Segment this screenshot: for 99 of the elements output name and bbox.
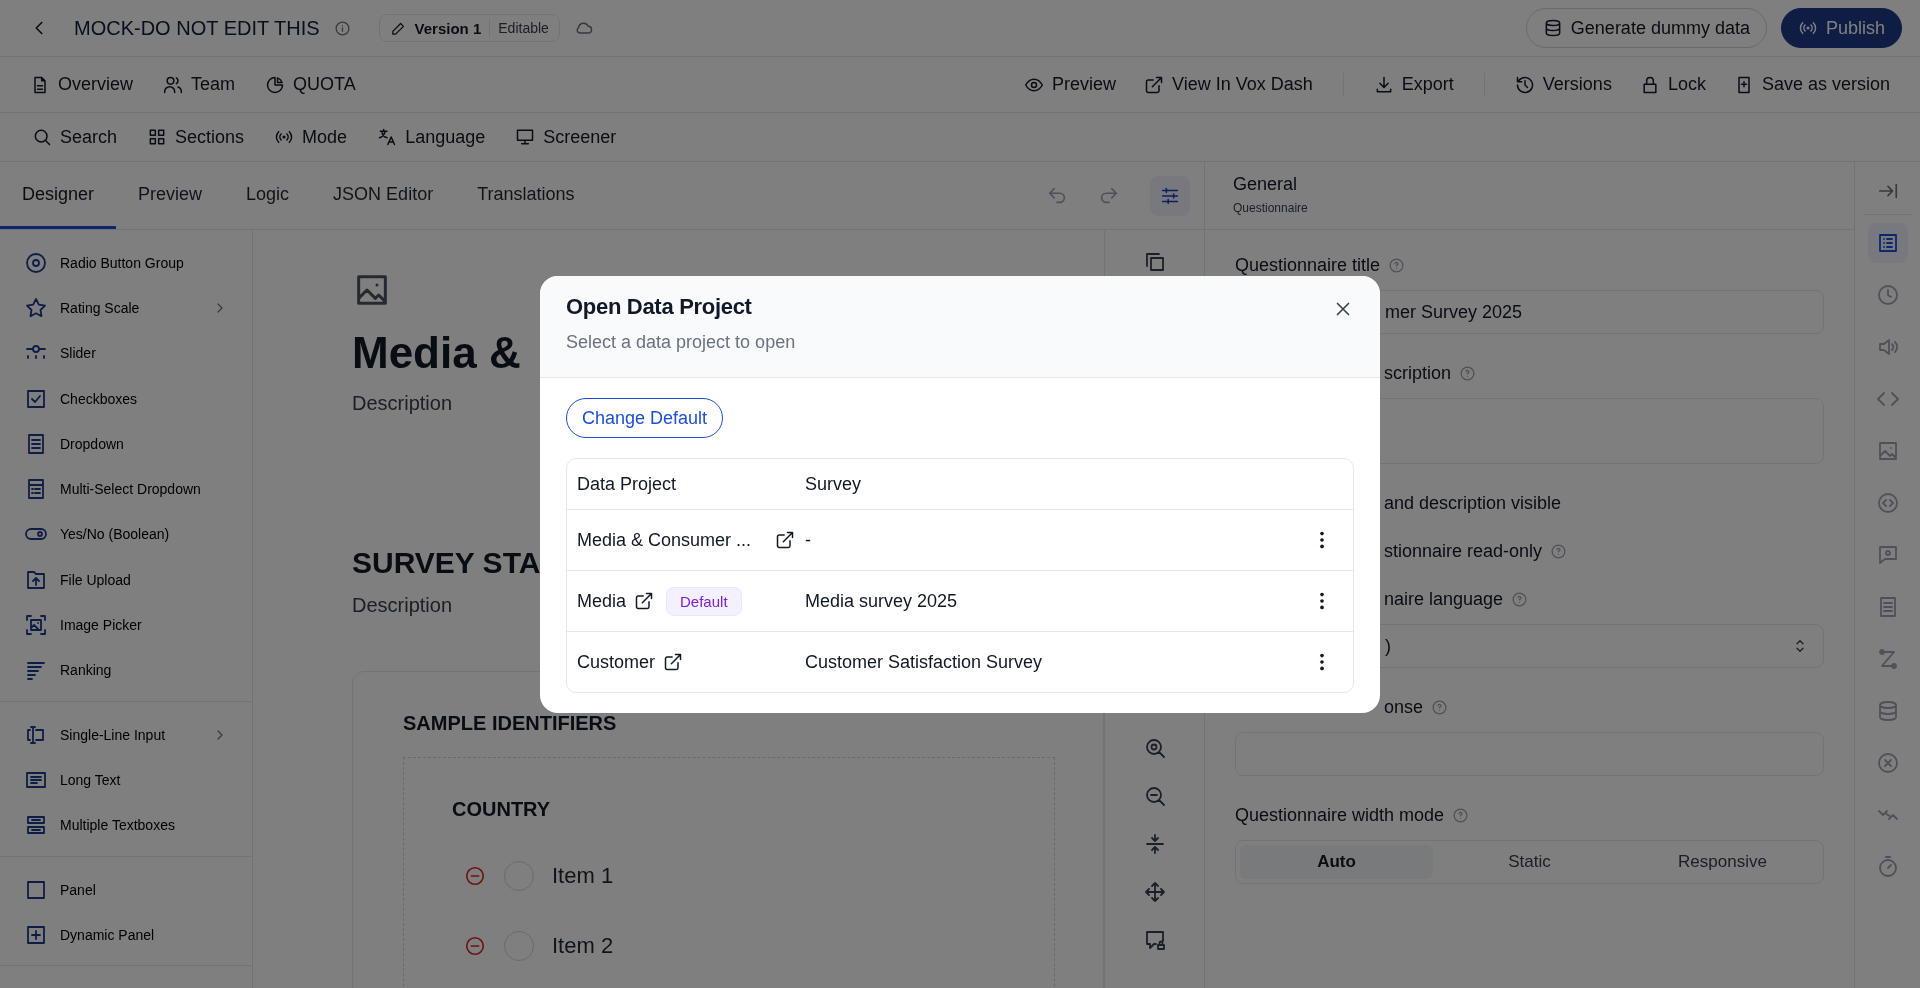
pie-chart-icon [265,74,286,95]
toolbox-item[interactable]: Single-Line Input [0,711,252,758]
toolbox-item[interactable]: File Upload [0,557,252,603]
translate-icon [377,127,398,147]
help-icon[interactable] [1431,698,1449,716]
toolbox-item[interactable]: Image Picker [0,602,252,648]
nav-link[interactable]: Export [1373,74,1454,95]
toolbox-item[interactable]: Long Text [0,757,252,803]
project-name: Media & Consumer ... [577,529,752,551]
nav-link[interactable]: Overview [30,74,133,95]
toolbox-item[interactable]: Rating Scale [0,285,252,331]
help-icon[interactable] [1388,256,1406,274]
toolbox-item[interactable]: Slider [0,330,252,376]
choice-label: Item 2 [552,933,614,959]
survey-name: - [805,529,811,550]
users-icon [163,74,183,95]
nav-link[interactable]: Lock [1639,74,1706,95]
survey-name: Customer Satisfaction Survey [805,651,1043,672]
toolbox-item[interactable]: Dynamic Panel [0,912,252,958]
remove-icon[interactable] [464,865,486,887]
help-icon[interactable] [1550,542,1568,560]
nav-link[interactable]: Versions [1514,74,1612,95]
default-badge: Default [666,586,742,616]
search-icon [32,127,52,147]
generate-data-button[interactable]: Generate dummy data [1525,8,1767,48]
toolbox-item[interactable]: Multi-Select Dropdown [0,466,252,512]
nav-link[interactable]: View In Vox Dash [1144,74,1313,95]
field-label: Questionnaire width mode [1235,804,1445,826]
external-link-icon[interactable] [663,652,684,672]
edit-status: Editable [498,20,549,36]
tab[interactable]: JSON Editor [311,162,456,229]
nav-link[interactable]: Mode [274,126,348,148]
choice-label: Item 1 [552,863,614,889]
clock-icon [1875,283,1900,307]
field-label: naire language [1384,588,1504,610]
move-icon[interactable] [1142,880,1167,904]
change-default-button[interactable]: Change Default [566,398,724,438]
help-icon[interactable] [1459,364,1477,382]
nav-link[interactable]: Search [32,126,118,148]
external-link-icon[interactable] [634,591,655,611]
list-tab[interactable] [1867,223,1908,263]
page-title: SURVEY STA [352,546,541,580]
toolbox-item[interactable]: Dropdown [0,421,252,467]
document-title: MOCK-DO NOT EDIT THIS [74,16,320,40]
version-chip[interactable]: Version 1 Editable [378,14,560,42]
nav-link[interactable]: Sections [147,126,245,148]
image-icon [24,613,48,637]
survey-title: Media & [352,328,521,378]
panel-heading: General [1233,174,1299,195]
checkbox-label: and description visible [1384,492,1562,514]
toolbox-item[interactable]: Panel [0,866,252,913]
help-icon[interactable] [1511,590,1529,608]
segmented-control[interactable]: Auto Static Responsive [1235,840,1824,884]
external-link-icon[interactable] [775,530,795,550]
toolbox-item[interactable]: Checkboxes [0,375,252,422]
field-label: Questionnaire title [1235,254,1381,276]
toolbox-item[interactable]: Multiple Textboxes [0,802,252,848]
field-label: onse [1384,696,1424,718]
question-title: COUNTRY [452,798,552,821]
nav-link[interactable]: Screener [515,126,617,148]
nav-link[interactable]: Team [163,74,236,95]
field-label: scription [1384,362,1452,384]
tab[interactable]: Designer [0,162,117,229]
help-icon[interactable] [1452,806,1470,824]
radio-icon [24,250,48,275]
toolbox-item[interactable]: Yes/No (Boolean) [0,511,252,558]
version-label: Version 1 [414,19,482,37]
nav-link[interactable]: Save as version [1733,74,1890,95]
tab[interactable]: Translations [455,162,597,229]
description-field[interactable]: Description [352,594,453,617]
monitor-icon [515,127,536,147]
history-icon [1514,74,1535,95]
nav-link[interactable]: Preview [1024,74,1117,95]
project-name: Customer [577,651,656,673]
column-header: Survey [805,473,862,494]
survey-name: Media survey 2025 [805,590,958,611]
column-header: Data Project [577,473,677,495]
segment-option[interactable]: Responsive [1626,845,1819,879]
publish-button[interactable]: Publish [1780,8,1902,48]
project-name: Media [577,590,627,612]
dialog-title: Open Data Project [566,294,752,320]
segment-option[interactable]: Static [1433,845,1626,879]
tab[interactable]: Logic [224,162,312,229]
description-field[interactable]: Description [352,392,453,415]
external-link-icon [1144,74,1165,95]
toolbox-item[interactable]: Radio Button Group [0,240,252,286]
nav-link[interactable]: Language [377,126,486,148]
panel-title: SAMPLE IDENTIFIERS [403,712,618,735]
info-icon[interactable] [333,19,351,37]
panel-subheading: Questionnaire [1233,201,1309,215]
settings-button[interactable] [1150,175,1190,216]
segment-option[interactable]: Auto [1240,845,1433,879]
checkbox-label: stionnaire read-only [1384,540,1543,562]
nav-link[interactable]: QUOTA [265,74,356,95]
dialog-subtitle: Select a data project to open [566,332,797,353]
star-icon [24,295,48,320]
remove-icon[interactable] [464,935,486,957]
toolbox-item[interactable]: Ranking [0,647,252,693]
tab[interactable]: Preview [116,162,225,229]
